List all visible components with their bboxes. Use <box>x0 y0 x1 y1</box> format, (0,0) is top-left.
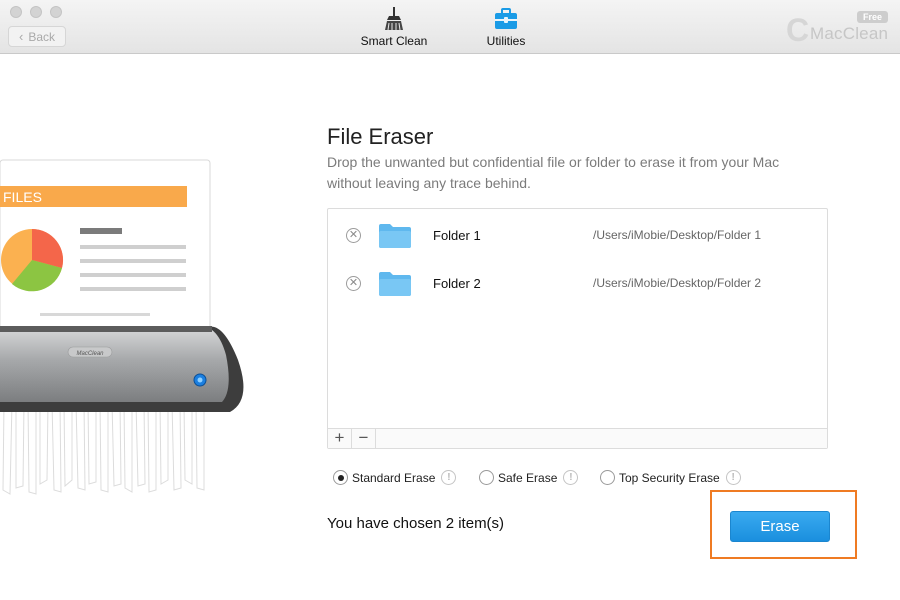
safe-erase-option[interactable]: Safe Erase ! <box>479 470 579 485</box>
top-security-erase-option[interactable]: Top Security Erase ! <box>600 470 741 485</box>
remove-item-icon[interactable]: ✕ <box>346 276 361 291</box>
tab-utilities[interactable]: Utilities <box>474 4 538 48</box>
info-icon[interactable]: ! <box>563 470 579 485</box>
toolbox-icon <box>474 4 538 34</box>
chevron-left-icon: ‹ <box>18 29 24 44</box>
toolbar: ‹ Back Smart Clean Utilities C MacClean … <box>0 0 900 54</box>
page-description: Drop the unwanted but confidential file … <box>327 154 780 191</box>
back-button[interactable]: ‹ Back <box>8 26 66 47</box>
list-footer: + − <box>328 428 827 448</box>
file-path: /Users/iMobie/Desktop/Folder 1 <box>593 228 762 242</box>
standard-erase-radio[interactable] <box>333 470 348 485</box>
file-name: Folder 1 <box>433 228 481 243</box>
brand-logo: C MacClean Free <box>786 10 890 46</box>
folder-icon <box>379 223 411 253</box>
brand-c-icon: C <box>786 12 810 48</box>
top-security-erase-label: Top Security Erase <box>619 470 720 485</box>
file-name: Folder 2 <box>433 276 481 291</box>
tab-utilities-label: Utilities <box>486 34 526 48</box>
chosen-count-text: You have chosen 2 item(s) <box>327 515 505 532</box>
add-item-button[interactable]: + <box>328 429 352 448</box>
standard-erase-label: Standard Erase <box>352 470 436 485</box>
close-window-button[interactable] <box>10 6 22 18</box>
brand-name: MacClean <box>810 24 889 43</box>
standard-erase-option[interactable]: Standard Erase ! <box>333 470 457 485</box>
free-badge: Free <box>856 11 888 23</box>
remove-item-icon[interactable]: ✕ <box>346 228 361 243</box>
list-item[interactable]: ✕ Folder 2 /Users/iMobie/Desktop/Folder … <box>328 259 827 307</box>
shredder-label: MacClean <box>76 351 104 357</box>
info-icon[interactable]: ! <box>441 470 457 485</box>
shredder-illustration: FILES MacClean <box>0 150 260 500</box>
erase-mode-options: Standard Erase ! Safe Erase ! Top Securi… <box>333 470 833 490</box>
safe-erase-label: Safe Erase <box>498 470 558 485</box>
remove-item-button[interactable]: − <box>352 429 376 448</box>
file-list[interactable]: ✕ Folder 1 /Users/iMobie/Desktop/Folder … <box>327 208 828 449</box>
minimize-window-button[interactable] <box>30 6 42 18</box>
top-security-erase-radio[interactable] <box>600 470 615 485</box>
safe-erase-radio[interactable] <box>479 470 494 485</box>
back-label: Back <box>28 29 56 44</box>
info-icon[interactable]: ! <box>725 470 741 485</box>
window-controls <box>10 6 62 18</box>
file-path: /Users/iMobie/Desktop/Folder 2 <box>593 276 762 290</box>
broom-icon <box>356 4 432 34</box>
zoom-window-button[interactable] <box>50 6 62 18</box>
radio-selected-dot <box>337 474 344 481</box>
tab-smart-clean-label: Smart Clean <box>360 34 428 48</box>
doc-banner: FILES <box>3 189 42 205</box>
folder-icon <box>379 271 411 301</box>
list-item[interactable]: ✕ Folder 1 /Users/iMobie/Desktop/Folder … <box>328 211 827 259</box>
tab-smart-clean[interactable]: Smart Clean <box>356 4 432 48</box>
page-title: File Eraser <box>327 124 434 149</box>
erase-button[interactable]: Erase <box>730 511 830 542</box>
